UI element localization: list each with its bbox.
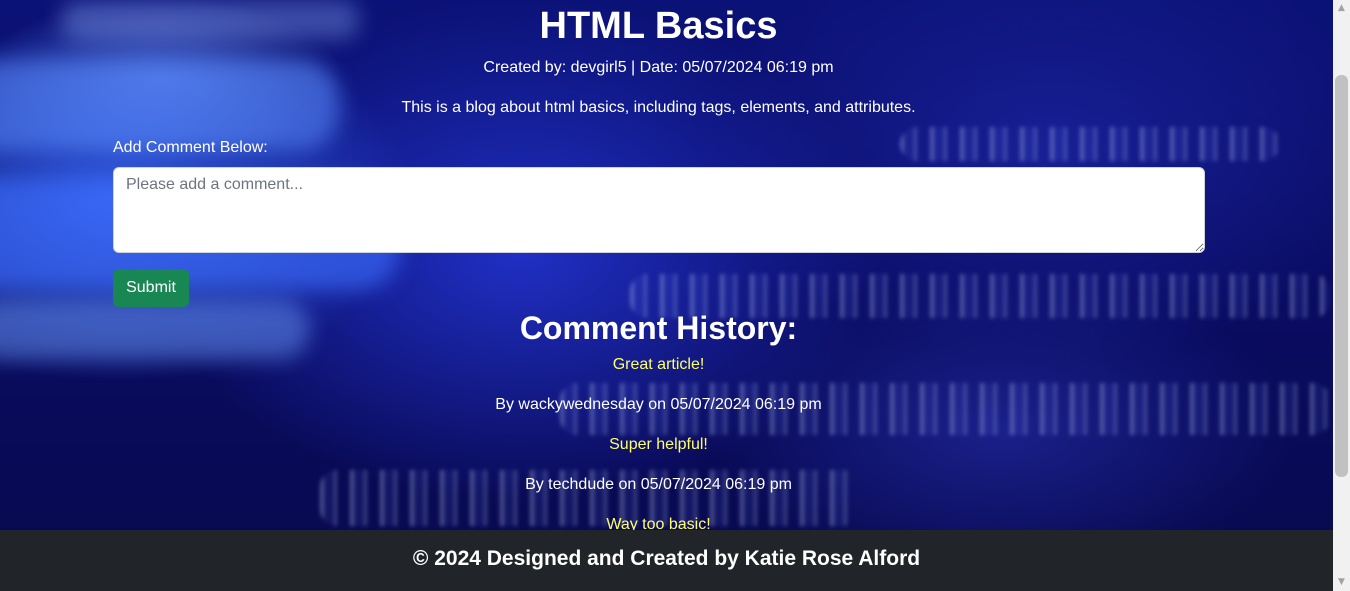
comment-item: Super helpful! By techdude on 05/07/2024… <box>0 435 1317 515</box>
comment-author-date: By wackywednesday on 05/07/2024 06:19 pm <box>495 396 822 413</box>
comment-label: Add Comment Below: <box>113 139 268 156</box>
post-description: This is a blog about html basics, includ… <box>401 99 916 116</box>
submit-button[interactable]: Submit <box>113 269 189 307</box>
scroll-down-arrow-icon[interactable]: ▼ <box>1333 574 1350 591</box>
footer-text: © 2024 Designed and Created by Katie Ros… <box>412 547 921 570</box>
scroll-up-arrow-icon[interactable]: ▲ <box>1333 0 1350 17</box>
vertical-scrollbar[interactable]: ▲ ▼ <box>1333 0 1350 591</box>
comment-history-title: Comment History: <box>519 310 798 346</box>
post-title: HTML Basics <box>539 5 778 47</box>
comment-text: Great article! <box>612 356 705 373</box>
post-meta: Created by: devgirl5 | Date: 05/07/2024 … <box>483 59 834 76</box>
comment-text: Super helpful! <box>609 436 708 453</box>
comment-textarea[interactable] <box>113 167 1205 253</box>
comment-item: Great article! By wackywednesday on 05/0… <box>0 355 1317 435</box>
scrollbar-thumb[interactable] <box>1335 75 1348 477</box>
page-footer: © 2024 Designed and Created by Katie Ros… <box>0 530 1333 591</box>
page-content: HTML Basics Created by: devgirl5 | Date:… <box>0 0 1333 533</box>
comment-list: Great article! By wackywednesday on 05/0… <box>0 355 1317 555</box>
comment-author-date: By techdude on 05/07/2024 06:19 pm <box>525 476 792 493</box>
